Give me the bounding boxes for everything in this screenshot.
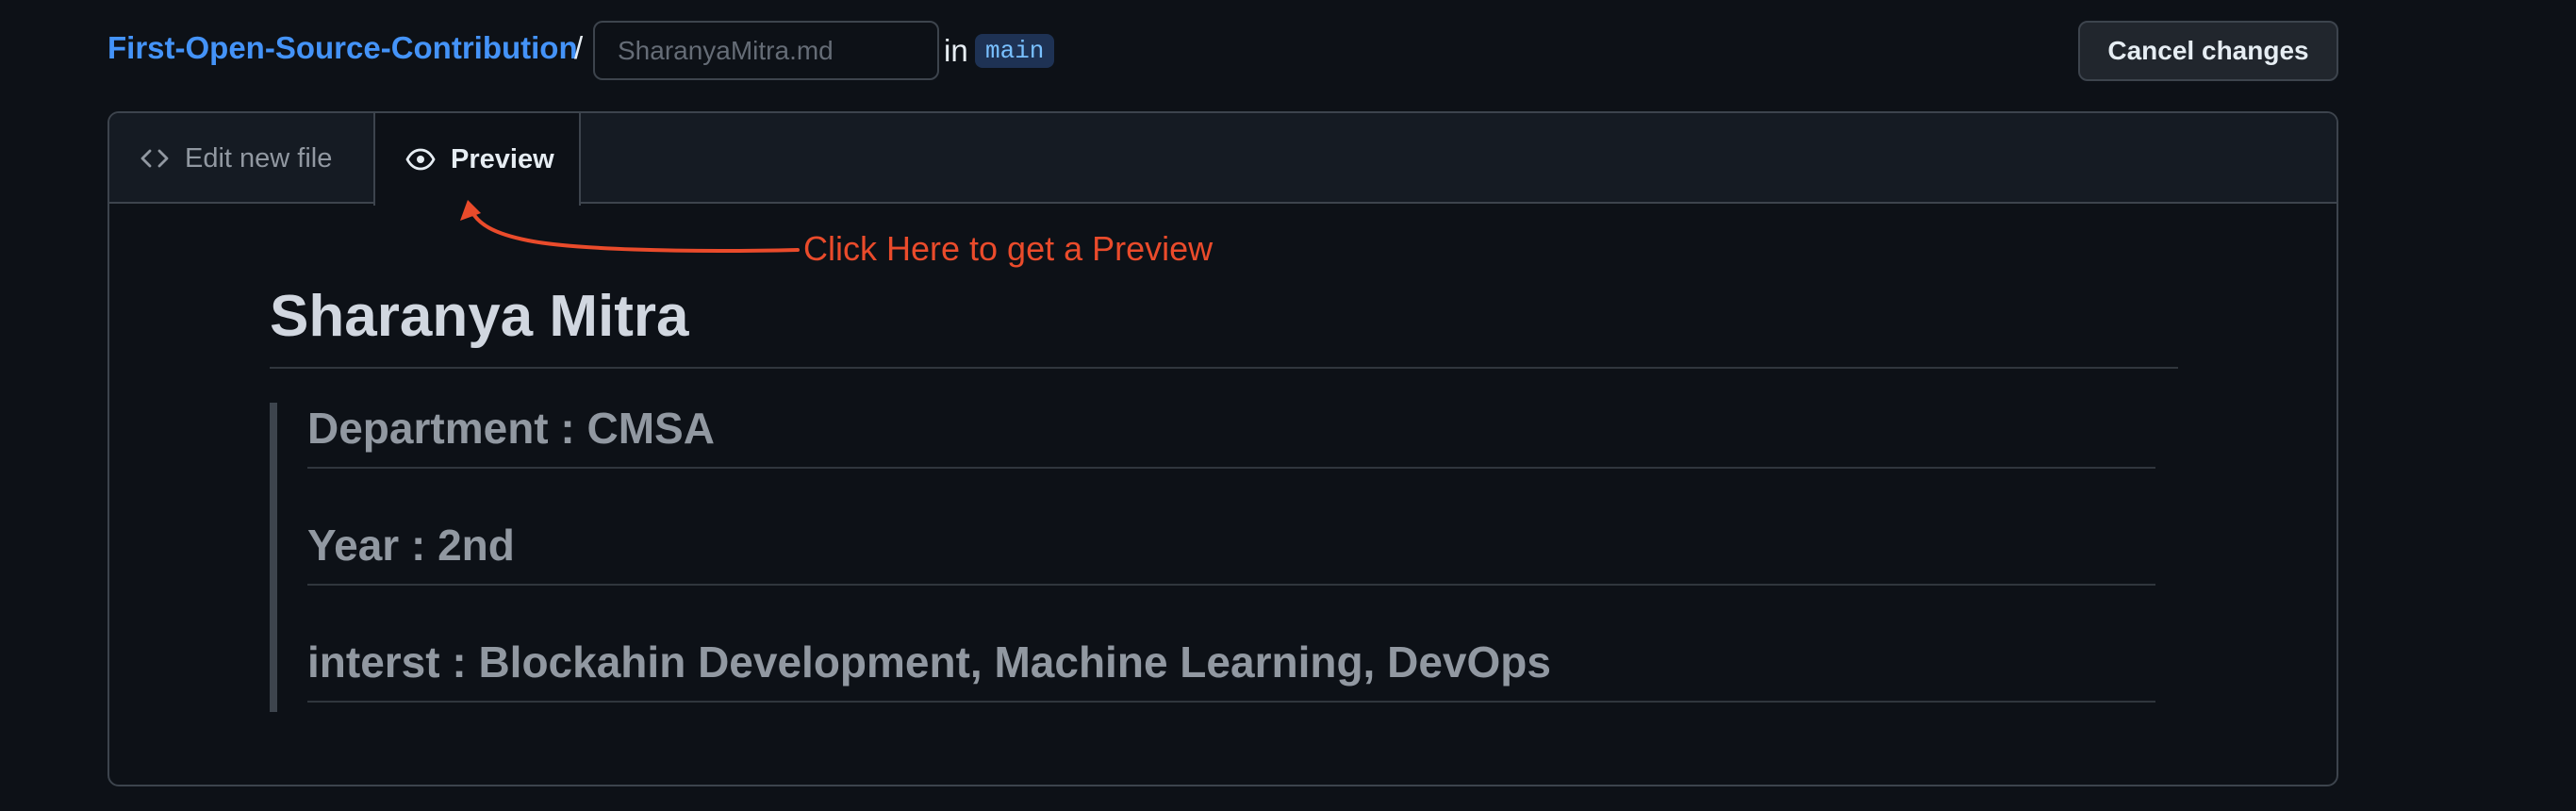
code-icon — [140, 143, 170, 174]
tab-edit-new-file[interactable]: Edit new file — [109, 113, 373, 204]
in-label: in — [944, 33, 968, 68]
path-separator: / — [574, 30, 584, 65]
eye-icon — [405, 144, 436, 174]
editor-panel: Edit new file Preview Sharanya Mitra Dep… — [107, 111, 2338, 786]
branch-badge: main — [975, 34, 1055, 68]
quote-line: interst : Blockahin Development, Machine… — [307, 637, 2155, 703]
cancel-changes-button[interactable]: Cancel changes — [2078, 21, 2338, 81]
preview-title: Sharanya Mitra — [270, 283, 2178, 369]
quote-line: Year : 2nd — [307, 520, 2155, 586]
preview-blockquote: Department : CMSA Year : 2nd interst : B… — [270, 403, 2155, 712]
editor-tabbar: Edit new file Preview — [109, 113, 2337, 206]
filename-input[interactable] — [593, 21, 939, 80]
file-path-bar: First-Open-Source-Contribution / in main… — [107, 21, 2338, 81]
markdown-preview: Sharanya Mitra Department : CMSA Year : … — [109, 204, 2337, 785]
tab-preview[interactable]: Preview — [373, 113, 581, 206]
repo-link[interactable]: First-Open-Source-Contribution — [107, 30, 578, 66]
tab-preview-label: Preview — [451, 143, 554, 174]
quote-line: Department : CMSA — [307, 403, 2155, 469]
tab-edit-label: Edit new file — [185, 142, 333, 174]
